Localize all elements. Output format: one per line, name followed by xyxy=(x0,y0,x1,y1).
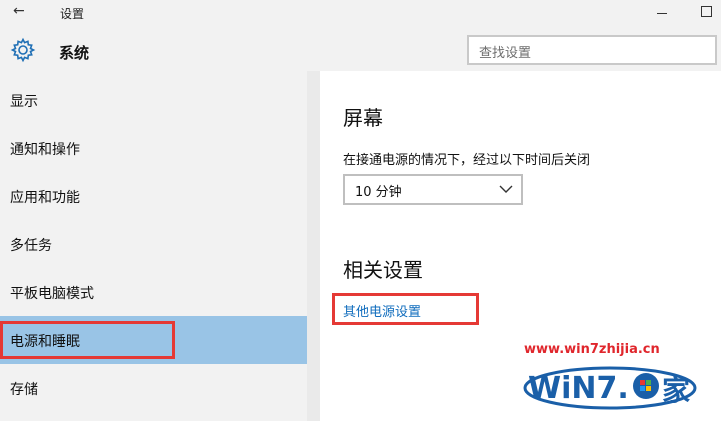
sidebar-item-label: 显示 xyxy=(10,94,38,110)
sidebar-item-label: 通知和操作 xyxy=(10,142,80,158)
sidebar-item-label: 应用和功能 xyxy=(10,190,80,206)
search-input[interactable]: 查找设置 xyxy=(467,35,717,65)
highlight-box-link xyxy=(332,293,479,325)
watermark-url: www.win7zhijia.cn xyxy=(524,342,660,357)
sidebar-item-label: 平板电脑模式 xyxy=(10,286,94,302)
sidebar-scrollbar[interactable] xyxy=(307,71,320,421)
logo-text: WiN7. xyxy=(528,371,629,406)
chevron-down-icon xyxy=(499,185,513,193)
logo-char: 家 xyxy=(662,374,690,407)
highlight-box-sidebar xyxy=(0,321,175,359)
sidebar-item-storage[interactable]: 存储 xyxy=(0,364,307,412)
sidebar-item-tablet-mode[interactable]: 平板电脑模式 xyxy=(0,268,307,316)
screen-heading: 屏幕 xyxy=(343,106,383,130)
watermark-logo: WiN7. 家 xyxy=(523,366,697,410)
sidebar-item-multitasking[interactable]: 多任务 xyxy=(0,220,307,268)
window-title: 设置 xyxy=(60,7,85,21)
dropdown-value: 10 分钟 xyxy=(355,185,402,200)
sidebar-item-label: 多任务 xyxy=(10,238,52,254)
sidebar: 显示 通知和操作 应用和功能 多任务 平板电脑模式 电源和睡眠 存储 xyxy=(0,71,307,421)
title-bar: ← 设置 xyxy=(0,0,721,26)
search-placeholder: 查找设置 xyxy=(479,46,532,61)
arrow-left-icon[interactable]: ← xyxy=(13,3,25,19)
screen-description: 在接通电源的情况下，经过以下时间后关闭 xyxy=(343,153,591,168)
related-settings-heading: 相关设置 xyxy=(343,258,423,282)
maximize-icon[interactable] xyxy=(694,0,721,26)
sidebar-item-apps[interactable]: 应用和功能 xyxy=(0,172,307,220)
minimize-icon[interactable] xyxy=(648,0,676,26)
gear-icon xyxy=(10,37,36,63)
sidebar-item-label: 存储 xyxy=(10,382,38,398)
screen-timeout-dropdown[interactable]: 10 分钟 xyxy=(343,174,523,205)
sidebar-item-display[interactable]: 显示 xyxy=(0,76,307,124)
page-title: 系统 xyxy=(59,44,90,62)
sidebar-item-notifications[interactable]: 通知和操作 xyxy=(0,124,307,172)
